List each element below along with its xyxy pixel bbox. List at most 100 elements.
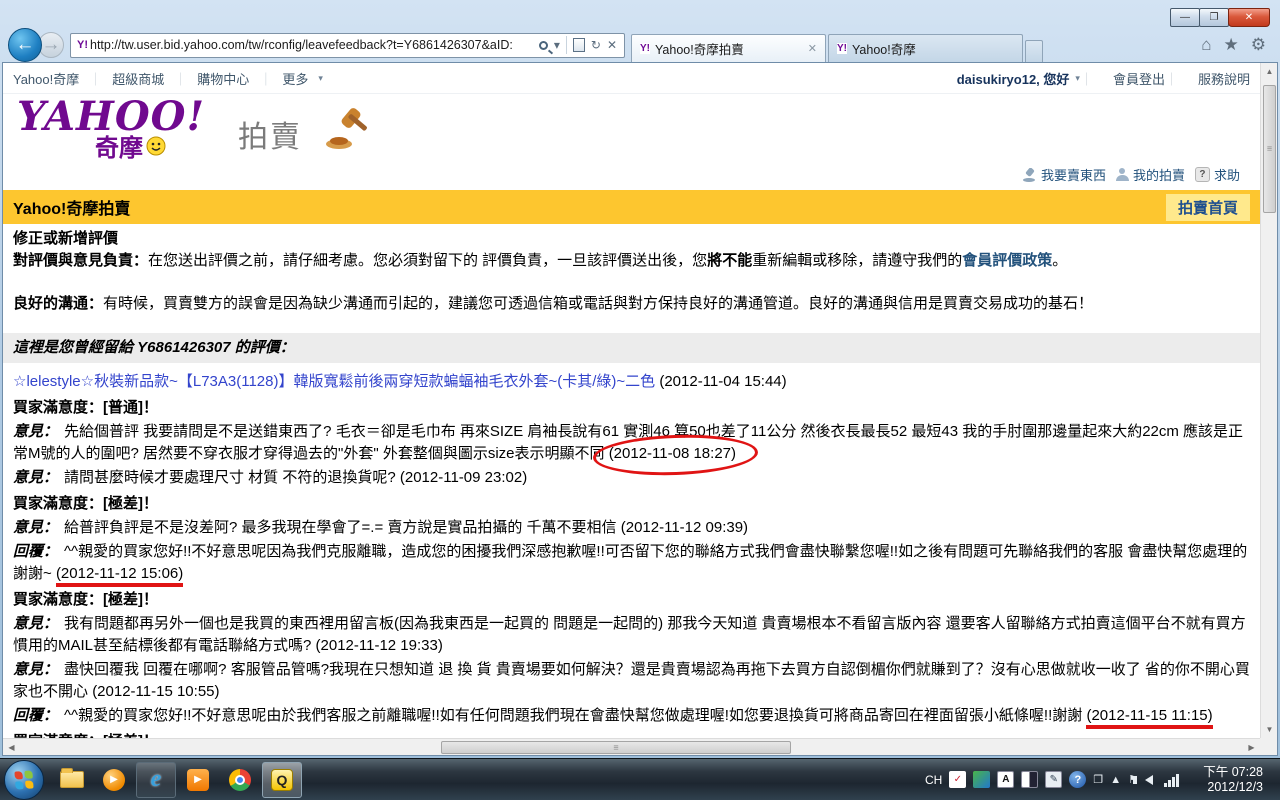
- clock-date: 2012/12/3: [1207, 779, 1263, 794]
- rating-suffix: ！: [143, 591, 159, 608]
- item-title-link[interactable]: ☆lelestyle☆秋裝新品款~【L73A3(1128)】韓版寬鬆前後兩穿短款…: [13, 373, 655, 390]
- nav-more[interactable]: 更多: [282, 69, 308, 88]
- browser-viewport: Yahoo!奇摩 ｜ 超級商城 ｜ 購物中心 ｜ 更多 ▾ daisukiryo…: [2, 62, 1278, 756]
- page-title: 修正或新增評價: [13, 230, 119, 247]
- scrollbar-corner: [1260, 738, 1277, 755]
- ie-icon: e: [150, 766, 162, 792]
- maximize-button[interactable]: ❐: [1199, 8, 1229, 27]
- capture-tool-icon: Q: [271, 768, 293, 791]
- scroll-right-icon[interactable]: ▶: [1243, 739, 1260, 756]
- show-hidden-icons[interactable]: ▲: [1110, 774, 1121, 786]
- new-tab-button[interactable]: [1025, 40, 1043, 62]
- yahoo-logo[interactable]: YAHOO! 奇摩: [17, 97, 205, 163]
- my-auctions-link[interactable]: 我的拍賣: [1133, 165, 1185, 184]
- reply-label: 回覆：: [13, 543, 59, 560]
- rating-value: [極差]: [103, 495, 144, 512]
- stop-icon[interactable]: ✕: [607, 38, 617, 52]
- nav-yahoo-kimo[interactable]: Yahoo!奇摩: [13, 69, 79, 88]
- seller-reply: 回覆： ^^親愛的買家您好!!不好意思呢因為我們克服離職，造成您的困擾我們深感抱歉…: [13, 541, 1250, 587]
- reply-date-underlined: (2012-11-15 11:15): [1086, 707, 1213, 729]
- tab-yahoo-auction[interactable]: Y! Yahoo!奇摩拍賣 ✕: [631, 34, 826, 62]
- member-rating-policy-link[interactable]: 會員評價政策: [962, 252, 1052, 269]
- rating-suffix: ！: [143, 495, 159, 512]
- taskbar-pps[interactable]: ▶: [178, 762, 218, 798]
- buyer-satisfaction-rating: 買家滿意度：[極差]！: [13, 493, 1250, 515]
- username-label[interactable]: daisukiryo12, 您好: [957, 69, 1070, 88]
- help-link[interactable]: 求助: [1214, 165, 1240, 184]
- kimo-logo-text: 奇摩: [95, 135, 143, 162]
- taskbar-explorer[interactable]: [52, 762, 92, 798]
- horizontal-scrollbar[interactable]: ◀ ▶: [3, 738, 1260, 755]
- rating-label: 買家滿意度：: [13, 399, 104, 416]
- home-icon[interactable]: ⌂: [1201, 35, 1211, 55]
- tab-label: Yahoo!奇摩: [852, 43, 916, 57]
- sell-gavel-icon: [1022, 167, 1035, 182]
- vertical-scrollbar[interactable]: ▲ ▼: [1260, 63, 1277, 738]
- address-dropdown-icon[interactable]: ▾: [554, 38, 560, 52]
- item-title-line: ☆lelestyle☆秋裝新品款~【L73A3(1128)】韓版寬鬆前後兩穿短款…: [13, 371, 1250, 393]
- auction-home-button[interactable]: 拍賣首頁: [1165, 193, 1250, 221]
- scroll-left-icon[interactable]: ◀: [3, 739, 20, 756]
- comment-text: 我有問題都再另外一個也是我買的東西裡用留言板(因為我東西是一起買的 問題是一起問…: [13, 615, 1246, 654]
- service-help-link[interactable]: 服務說明: [1198, 69, 1250, 88]
- favorites-icon[interactable]: ★: [1224, 35, 1239, 55]
- browser-toolbar: ← → Y! http://tw.user.bid.yahoo.com/tw/r…: [0, 28, 1280, 62]
- tab-yahoo-home[interactable]: Y! Yahoo!奇摩: [828, 34, 1023, 62]
- close-tab-icon[interactable]: ✕: [808, 42, 817, 55]
- ime-tray-icon[interactable]: [973, 771, 991, 788]
- rating-value: [普通]: [103, 399, 144, 416]
- comment-text: 給普評負評是不是沒差阿? 最多我現在學會了=.= 賣方說是實品拍攝的 千萬不要相…: [64, 519, 617, 536]
- responsibility-paragraph: 對評價與意見負責：在您送出評價之前，請仔細考慮。您必須對留下的 評價負責，一旦該…: [13, 250, 1250, 272]
- divider: ｜: [259, 71, 273, 87]
- chevron-down-icon[interactable]: ▾: [318, 73, 323, 84]
- strip-text: 這裡是您曾經留給: [13, 339, 138, 356]
- horizontal-scroll-thumb[interactable]: [441, 741, 791, 754]
- system-tray: CH ✓ A ✎ ? ❐ ▲ ⚑ 下午 07:28 2012/12/3: [925, 765, 1280, 795]
- url-text[interactable]: http://tw.user.bid.yahoo.com/tw/rconfig/…: [90, 38, 536, 52]
- compatibility-view-icon[interactable]: [572, 38, 585, 52]
- masthead: YAHOO! 奇摩 拍賣 我要賣東西 我的拍賣 ? 求助: [3, 94, 1260, 190]
- feedback-content: 修正或新增評價 對評價與意見負責：在您送出評價之前，請仔細考慮。您必須對留下的 …: [3, 224, 1260, 738]
- divider: ｜: [89, 71, 103, 87]
- nav-supermall[interactable]: 超級商城: [112, 69, 164, 88]
- ime-pen-icon[interactable]: ✎: [1045, 771, 1063, 788]
- person-icon: [1115, 168, 1129, 181]
- sell-item-link[interactable]: 我要賣東西: [1041, 165, 1106, 184]
- taskbar-internet-explorer[interactable]: e: [136, 761, 176, 798]
- pps-icon: ▶: [187, 768, 209, 791]
- notes-tray-icon[interactable]: ✓: [949, 771, 967, 788]
- ime-help-icon[interactable]: ?: [1069, 771, 1087, 788]
- close-button[interactable]: ✕: [1228, 8, 1270, 27]
- restore-window-icon[interactable]: ❐: [1093, 773, 1103, 786]
- vertical-scroll-thumb[interactable]: [1263, 85, 1276, 213]
- buyer-satisfaction-rating: 買家滿意度：[普通]！: [13, 397, 1250, 419]
- comment-label: 意見：: [13, 469, 59, 486]
- chrome-icon: [229, 768, 251, 791]
- minimize-button[interactable]: —: [1170, 8, 1200, 27]
- back-button[interactable]: ←: [8, 28, 42, 62]
- search-icon[interactable]: [538, 40, 548, 50]
- language-indicator[interactable]: CH: [925, 773, 942, 787]
- volume-icon[interactable]: [1133, 774, 1153, 785]
- rating-label: 買家滿意度：: [13, 495, 104, 512]
- scroll-up-icon[interactable]: ▲: [1261, 63, 1278, 80]
- logout-link[interactable]: 會員登出: [1113, 69, 1165, 88]
- comment-date: (2012-11-09 23:02): [399, 469, 528, 486]
- network-icon[interactable]: [1164, 773, 1180, 787]
- comment-date: (2012-11-15 10:55): [92, 683, 220, 700]
- taskbar-clock[interactable]: 下午 07:28 2012/12/3: [1187, 765, 1273, 795]
- feedback-comment: 意見： 盡快回覆我 回覆在哪啊? 客服管品管嗎?我現在只想知道 退 換 貨 貴賣場…: [13, 659, 1250, 703]
- taskbar-chrome[interactable]: [220, 762, 260, 798]
- refresh-icon[interactable]: ↻: [591, 38, 601, 52]
- address-bar[interactable]: Y! http://tw.user.bid.yahoo.com/tw/rconf…: [70, 32, 625, 58]
- taskbar-media-player[interactable]: ▶: [94, 762, 134, 798]
- start-button[interactable]: [4, 759, 44, 800]
- ime-width-icon[interactable]: [1021, 771, 1039, 788]
- nav-shopping-center[interactable]: 購物中心: [197, 69, 249, 88]
- ime-letter-icon[interactable]: A: [997, 771, 1015, 788]
- site-navbar: Yahoo!奇摩 ｜ 超級商城 ｜ 購物中心 ｜ 更多 ▾ daisukiryo…: [3, 63, 1260, 94]
- scroll-down-icon[interactable]: ▼: [1261, 721, 1278, 738]
- taskbar-capture-tool[interactable]: Q: [262, 761, 302, 798]
- tools-gear-icon[interactable]: ⚙: [1251, 35, 1266, 55]
- tab-favicon: Y!: [837, 43, 847, 54]
